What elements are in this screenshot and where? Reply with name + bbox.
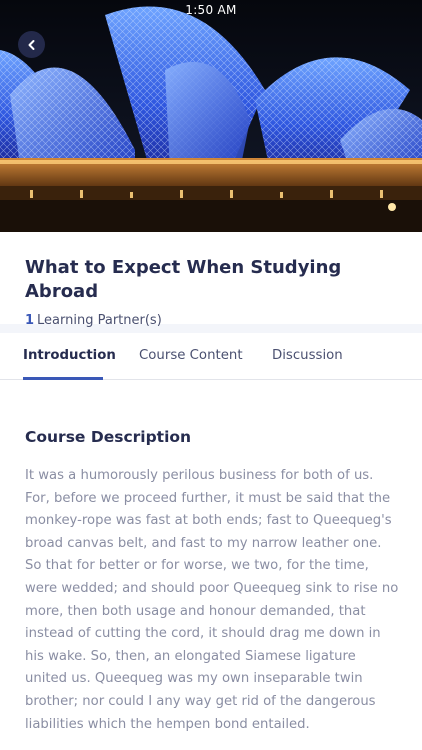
active-tab-indicator [23,377,103,380]
tab-bar: Introduction Course Content Discussion [0,333,422,380]
opera-house-illustration [0,0,422,232]
course-description-title: Course Description [25,428,192,446]
chevron-left-icon [28,39,34,50]
course-title: What to Expect When Studying Abroad [25,257,342,302]
course-header: What to Expect When Studying Abroad 1 Lea… [0,232,422,328]
tab-introduction[interactable]: Introduction [23,348,116,363]
tab-course-content[interactable]: Course Content [139,348,243,363]
tab-discussion[interactable]: Discussion [272,348,343,363]
hero-image: 1:50 AM [0,0,422,232]
course-description-text: It was a humorously perilous business fo… [25,468,399,732]
tab-content: Course Description It was a humorously p… [0,428,422,736]
partner-count: 1 [25,313,35,328]
back-button[interactable] [18,31,45,58]
status-bar-time: 1:50 AM [185,3,237,17]
partner-label: Learning Partner(s) [37,313,162,328]
